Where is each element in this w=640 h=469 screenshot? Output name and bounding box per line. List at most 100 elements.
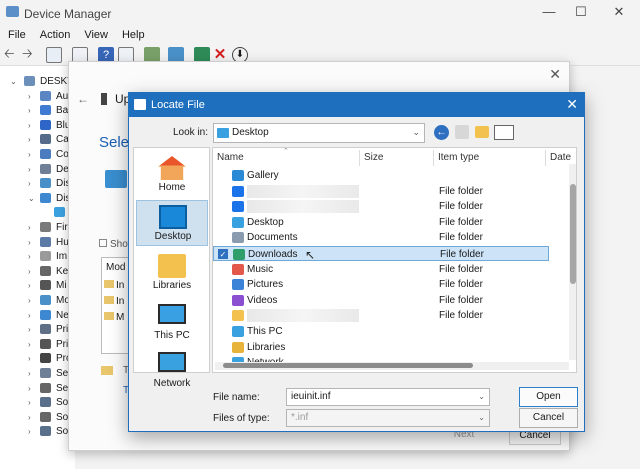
place-libraries[interactable]: Libraries [136, 250, 208, 296]
list-item[interactable]: File folder [213, 308, 549, 323]
show-hide-tree-icon[interactable] [46, 47, 62, 63]
open-button[interactable]: Open [519, 387, 578, 407]
new-folder-icon[interactable] [475, 126, 489, 138]
chevron-right-icon[interactable]: › [28, 395, 31, 410]
tree-item[interactable]: › Se [0, 366, 75, 381]
tree-item[interactable]: › Ca [0, 132, 75, 147]
file-name-field[interactable]: ieuinit.inf ⌄ [286, 388, 490, 406]
look-in-dropdown[interactable]: Desktop ⌄ [213, 123, 425, 143]
back-arrow-icon[interactable]: 🡠 [4, 47, 20, 63]
view-menu-icon[interactable] [494, 125, 514, 140]
tree-item[interactable]: › Fir [0, 220, 75, 235]
chevron-right-icon[interactable]: › [28, 176, 31, 191]
chevron-right-icon[interactable]: › [28, 410, 31, 425]
column-header-name[interactable]: Name [217, 152, 244, 163]
menu-file[interactable]: File [8, 26, 26, 44]
vertical-scroll-thumb[interactable] [570, 184, 576, 284]
menu-view[interactable]: View [84, 26, 108, 44]
chevron-right-icon[interactable]: › [28, 366, 31, 381]
wizard-close-icon[interactable]: ✕ [549, 66, 561, 83]
chevron-down-icon[interactable]: ⌄ [10, 74, 17, 89]
tree-item[interactable]: › Mo [0, 293, 75, 308]
tree-root[interactable]: ⌄ DESKT [0, 74, 75, 89]
chevron-right-icon[interactable]: › [28, 89, 31, 104]
tree-item[interactable]: › So [0, 410, 75, 425]
forward-arrow-icon[interactable]: 🡢 [22, 47, 38, 63]
chevron-right-icon[interactable]: › [28, 249, 31, 264]
chevron-right-icon[interactable]: › [28, 381, 31, 396]
chevron-right-icon[interactable]: › [28, 162, 31, 177]
chevron-right-icon[interactable]: › [28, 235, 31, 250]
tree-item[interactable]: › Ke [0, 264, 75, 279]
chevron-right-icon[interactable]: › [28, 308, 31, 323]
chevron-right-icon[interactable]: › [28, 322, 31, 337]
list-item[interactable]: Libraries [213, 340, 549, 355]
list-item[interactable]: In [104, 280, 124, 291]
list-item[interactable]: ✓ Downloads File folder [213, 246, 549, 261]
tree-item[interactable]: › Ba [0, 103, 75, 118]
tree-item[interactable]: › Pri [0, 322, 75, 337]
tree-item[interactable]: › Ne [0, 308, 75, 323]
list-item[interactable]: Gallery [213, 168, 549, 183]
menu-help[interactable]: Help [122, 26, 145, 44]
menu-action[interactable]: Action [40, 26, 71, 44]
up-one-level-icon[interactable] [455, 125, 469, 139]
list-item[interactable]: File folder [213, 184, 549, 199]
tree-item[interactable]: › Mi [0, 278, 75, 293]
list-item[interactable]: Desktop File folder [213, 215, 549, 230]
tree-item[interactable]: › Im [0, 249, 75, 264]
tree-item[interactable]: › Pri [0, 337, 75, 352]
column-header-item-type[interactable]: Item type [438, 152, 479, 163]
column-header-date[interactable]: Date [550, 152, 571, 163]
chevron-right-icon[interactable]: › [28, 264, 31, 279]
maximize-button[interactable]: ☐ [566, 4, 596, 22]
place-this-pc[interactable]: This PC [136, 300, 208, 346]
tree-item[interactable]: › Blu [0, 118, 75, 133]
place-desktop[interactable]: Desktop [136, 200, 208, 246]
wizard-back-icon[interactable]: ← [77, 92, 89, 106]
chevron-right-icon[interactable]: › [28, 118, 31, 133]
chevron-right-icon[interactable]: › [28, 337, 31, 352]
list-item[interactable]: M [104, 312, 124, 323]
file-list[interactable]: Name ⌃ Size Item type Date Gallery File f… [212, 147, 577, 373]
horizontal-scrollbar[interactable] [215, 362, 569, 370]
cancel-button[interactable]: Cancel [519, 408, 578, 428]
place-home[interactable]: Home [136, 152, 208, 198]
chevron-down-icon[interactable]: ⌄ [28, 191, 35, 206]
back-icon[interactable]: ← [434, 125, 449, 140]
list-item[interactable]: Music File folder [213, 262, 549, 277]
tree-item[interactable]: › So [0, 395, 75, 410]
chevron-right-icon[interactable]: › [28, 278, 31, 293]
tree-item[interactable]: › Se [0, 381, 75, 396]
chevron-right-icon[interactable]: › [28, 132, 31, 147]
tree-item[interactable]: ⌄ Dis [0, 191, 75, 206]
chevron-right-icon[interactable]: › [28, 220, 31, 235]
tree-item[interactable] [0, 205, 75, 220]
list-item[interactable]: Documents File folder [213, 230, 549, 245]
chevron-right-icon[interactable]: › [28, 147, 31, 162]
tree-item[interactable]: › Co [0, 147, 75, 162]
files-of-type-dropdown[interactable]: *.inf ⌄ [286, 409, 490, 427]
checkmark-icon[interactable]: ✓ [218, 249, 228, 259]
list-item[interactable]: File folder [213, 199, 549, 214]
dialog-close-button[interactable]: ✕ [566, 96, 578, 113]
tree-item[interactable]: › Au [0, 89, 75, 104]
list-item[interactable]: In [104, 296, 124, 307]
chevron-right-icon[interactable]: › [28, 351, 31, 366]
chevron-right-icon[interactable]: › [28, 293, 31, 308]
tree-item[interactable]: › Hu [0, 235, 75, 250]
chevron-right-icon[interactable]: › [28, 424, 31, 439]
vertical-scrollbar[interactable] [569, 164, 576, 360]
column-header-size[interactable]: Size [364, 152, 383, 163]
list-item[interactable]: This PC [213, 324, 549, 339]
tree-item[interactable]: › Dis [0, 176, 75, 191]
tree-item[interactable]: › So [0, 424, 75, 439]
list-item[interactable]: Pictures File folder [213, 277, 549, 292]
list-item[interactable]: Videos File folder [213, 293, 549, 308]
tree-item[interactable]: › De [0, 162, 75, 177]
horizontal-scroll-thumb[interactable] [223, 363, 473, 368]
place-network[interactable]: Network [136, 348, 208, 394]
chevron-right-icon[interactable]: › [28, 103, 31, 118]
minimize-button[interactable]: — [534, 4, 564, 22]
tree-item[interactable]: › Pro [0, 351, 75, 366]
